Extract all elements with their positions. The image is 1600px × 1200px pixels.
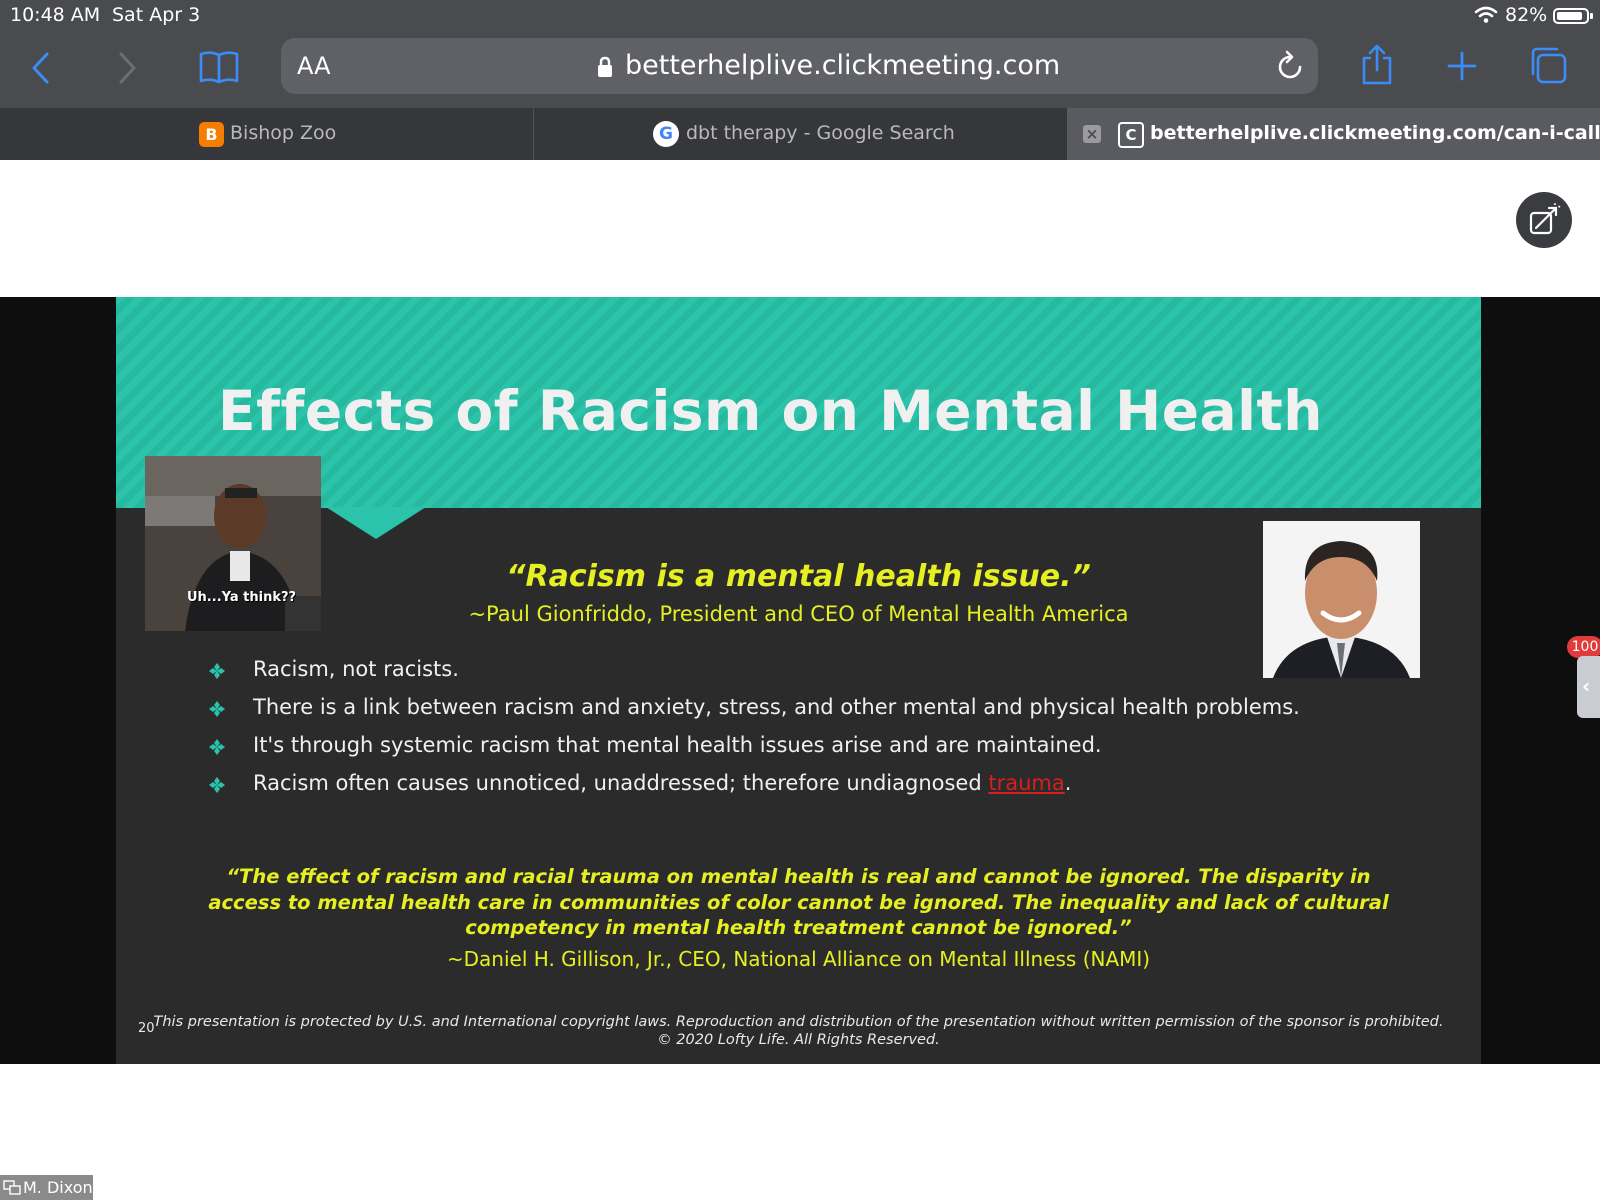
banner-notch [326,507,426,539]
diamond-bullet-icon [208,699,226,723]
expand-icon [1529,203,1562,235]
clickmeeting-icon: C [1118,122,1144,148]
status-time: 10:48 AM [10,4,101,26]
trauma-link[interactable]: trauma [988,771,1064,795]
bullet-text-end: . [1064,771,1072,795]
blogger-icon: B [199,122,224,147]
wifi-icon [1474,6,1498,29]
slide-title: Effects of Racism on Mental Health [218,379,1323,443]
bullet-text: Racism, not racists. [253,657,459,681]
copyright-line-1: This presentation is protected by U.S. a… [153,1014,1444,1030]
battery-icon [1553,8,1589,24]
battery-percent: 82% [1505,4,1548,26]
bookmarks-icon[interactable] [198,49,240,89]
copyright-notice: This presentation is protected by U.S. a… [138,1013,1459,1049]
bullet-text-main: Racism often causes unnoticed, unaddress… [253,771,989,795]
tab-clickmeeting[interactable]: × C betterhelplive.clickmeeting.com/can-… [1067,108,1600,160]
speaker-portrait [1263,521,1420,678]
quote-racism-mental-health: “Racism is a mental health issue.” [506,559,1091,594]
notification-badge: 100 [1567,636,1600,658]
status-date: Sat Apr 3 [112,4,201,26]
presenter-tag: M. Dixon [0,1175,93,1200]
reload-icon[interactable] [1275,50,1305,86]
bullet-item: Racism, not racists. [208,657,1408,693]
bullet-text: Racism often causes unnoticed, unaddress… [253,771,1071,795]
presenter-name: M. Dixon [23,1178,93,1197]
diamond-bullet-icon [208,775,226,799]
new-tab-icon[interactable] [1447,51,1477,85]
close-tab-icon[interactable]: × [1083,125,1101,143]
bullet-text: It's through systemic racism that mental… [253,733,1102,757]
url-text[interactable]: betterhelplive.clickmeeting.com [625,50,1060,81]
diamond-bullet-icon [208,737,226,761]
browser-toolbar: AA betterhelplive.clickmeeting.com [0,34,1600,108]
expand-button[interactable] [1516,192,1572,248]
tab-label: betterhelplive.clickmeeting.com/can-i-ca… [1150,122,1600,144]
address-bar[interactable]: AA betterhelplive.clickmeeting.com [281,38,1318,94]
quote1-attribution: ~Paul Gionfriddo, President and CEO of M… [468,602,1129,626]
text-size-button[interactable]: AA [297,52,331,80]
lock-icon [597,56,613,82]
slide-number: 20 [138,1021,155,1036]
bullet-item: Racism often causes unnoticed, unaddress… [208,771,1408,807]
chevron-left-icon: ‹ [1582,674,1591,698]
tab-dbt-therapy[interactable]: G dbt therapy - Google Search [534,108,1067,160]
quote2-attribution: ~Daniel H. Gillison, Jr., CEO, National … [446,947,1151,971]
quote-nami: “The effect of racism and racial trauma … [208,865,1389,939]
tab-bar: B Bishop Zoo G dbt therapy - Google Sear… [0,108,1600,160]
tab-bishop-zoo[interactable]: B Bishop Zoo [0,108,533,160]
share-icon[interactable] [1361,44,1393,90]
presentation-slide: Effects of Racism on Mental Health Uh...… [116,297,1481,1064]
bullet-item: There is a link between racism and anxie… [208,695,1408,731]
copyright-line-2: © 2020 Lofty Life. All Rights Reserved. [657,1032,940,1048]
back-icon[interactable] [30,51,52,89]
forward-icon[interactable] [116,51,138,89]
status-bar: 10:48 AM Sat Apr 3 82% [0,0,1600,34]
side-panel-toggle[interactable]: ‹ [1577,656,1600,718]
tab-label: dbt therapy - Google Search [686,122,955,144]
bullet-item: It's through systemic racism that mental… [208,733,1408,769]
tabs-icon[interactable] [1529,46,1567,88]
screen-share-icon [3,1180,21,1195]
tab-label: Bishop Zoo [230,122,337,144]
bullet-text: There is a link between racism and anxie… [253,695,1300,719]
diamond-bullet-icon [208,661,226,685]
battery-nub [1590,13,1593,19]
google-icon: G [653,121,679,147]
